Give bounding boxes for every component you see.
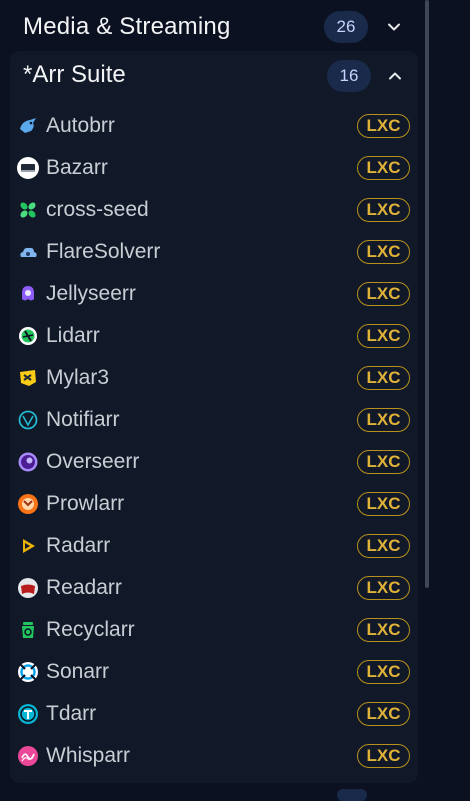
- lxc-badge: LXC: [357, 534, 410, 558]
- whisparr-icon: [17, 745, 39, 767]
- item-label: cross-seed: [46, 198, 149, 221]
- recyclarr-icon: [17, 619, 39, 641]
- item-label: Mylar3: [46, 366, 110, 389]
- item-label: Overseerr: [46, 450, 140, 473]
- item-label: Bazarr: [46, 156, 108, 179]
- chevron-up-icon[interactable]: [383, 64, 407, 88]
- lxc-badge: LXC: [357, 366, 410, 390]
- item-label: Tdarr: [46, 702, 97, 725]
- category-title: Media & Streaming: [23, 13, 231, 40]
- item-label: Autobrr: [46, 114, 115, 137]
- notifiarr-icon: [17, 409, 39, 431]
- overseerr-icon: [17, 451, 39, 473]
- prowlarr-icon: [17, 493, 39, 515]
- list-item[interactable]: Autobrr LXC: [10, 105, 418, 147]
- bazarr-icon: [17, 157, 39, 179]
- list-item[interactable]: Recyclarr LXC: [10, 609, 418, 651]
- chevron-down-icon[interactable]: [382, 15, 406, 39]
- group-count-badge: 16: [327, 60, 371, 92]
- flaresolverr-icon: [17, 241, 39, 263]
- list-item[interactable]: Radarr LXC: [10, 525, 418, 567]
- lidarr-icon: [17, 325, 39, 347]
- list-item[interactable]: Readarr LXC: [10, 567, 418, 609]
- list-item[interactable]: Notifiarr LXC: [10, 399, 418, 441]
- lxc-badge: LXC: [357, 240, 410, 264]
- list-item[interactable]: Whisparr LXC: [10, 735, 418, 777]
- lxc-badge: LXC: [357, 282, 410, 306]
- item-label: Recyclarr: [46, 618, 135, 641]
- list-item[interactable]: Lidarr LXC: [10, 315, 418, 357]
- list-item[interactable]: cross-seed LXC: [10, 189, 418, 231]
- item-label: Whisparr: [46, 744, 131, 767]
- category-media-streaming[interactable]: Media & Streaming 26: [10, 4, 418, 50]
- list-item[interactable]: Bazarr LXC: [10, 147, 418, 189]
- lxc-badge: LXC: [357, 114, 410, 138]
- item-label: Jellyseerr: [46, 282, 136, 305]
- mylar3-icon: [17, 367, 39, 389]
- item-label: Lidarr: [46, 324, 100, 347]
- lxc-badge: LXC: [357, 324, 410, 348]
- list-item[interactable]: Jellyseerr LXC: [10, 273, 418, 315]
- item-label: Notifiarr: [46, 408, 120, 431]
- item-label: Prowlarr: [46, 492, 125, 515]
- list-item[interactable]: FlareSolverr LXC: [10, 231, 418, 273]
- lxc-badge: LXC: [357, 198, 410, 222]
- item-label: FlareSolverr: [46, 240, 161, 263]
- autobrr-icon: [17, 115, 39, 137]
- lxc-badge: LXC: [357, 492, 410, 516]
- lxc-badge: LXC: [357, 744, 410, 768]
- list-item[interactable]: Sonarr LXC: [10, 651, 418, 693]
- lxc-badge: LXC: [357, 450, 410, 474]
- item-label: Readarr: [46, 576, 122, 599]
- lxc-badge: LXC: [357, 660, 410, 684]
- tdarr-icon: [17, 703, 39, 725]
- next-category-count-badge: [337, 789, 367, 801]
- group-header[interactable]: *Arr Suite 16: [10, 51, 418, 101]
- list-item[interactable]: Prowlarr LXC: [10, 483, 418, 525]
- lxc-badge: LXC: [357, 156, 410, 180]
- jellyseerr-icon: [17, 283, 39, 305]
- item-label: Sonarr: [46, 660, 110, 683]
- list-item[interactable]: Overseerr LXC: [10, 441, 418, 483]
- group-arr-suite: *Arr Suite 16 Autobrr LXC Bazarr LXC cro…: [10, 51, 418, 783]
- lxc-badge: LXC: [357, 408, 410, 432]
- readarr-icon: [17, 577, 39, 599]
- cross-seed-icon: [17, 199, 39, 221]
- item-label: Radarr: [46, 534, 111, 557]
- lxc-badge: LXC: [357, 618, 410, 642]
- radarr-icon: [17, 535, 39, 557]
- lxc-badge: LXC: [357, 576, 410, 600]
- group-title: *Arr Suite: [23, 61, 126, 88]
- lxc-badge: LXC: [357, 702, 410, 726]
- sonarr-icon: [17, 661, 39, 683]
- list-item[interactable]: Tdarr LXC: [10, 693, 418, 735]
- category-count-badge: 26: [324, 11, 368, 43]
- scrollbar[interactable]: [425, 0, 429, 588]
- list-item[interactable]: Mylar3 LXC: [10, 357, 418, 399]
